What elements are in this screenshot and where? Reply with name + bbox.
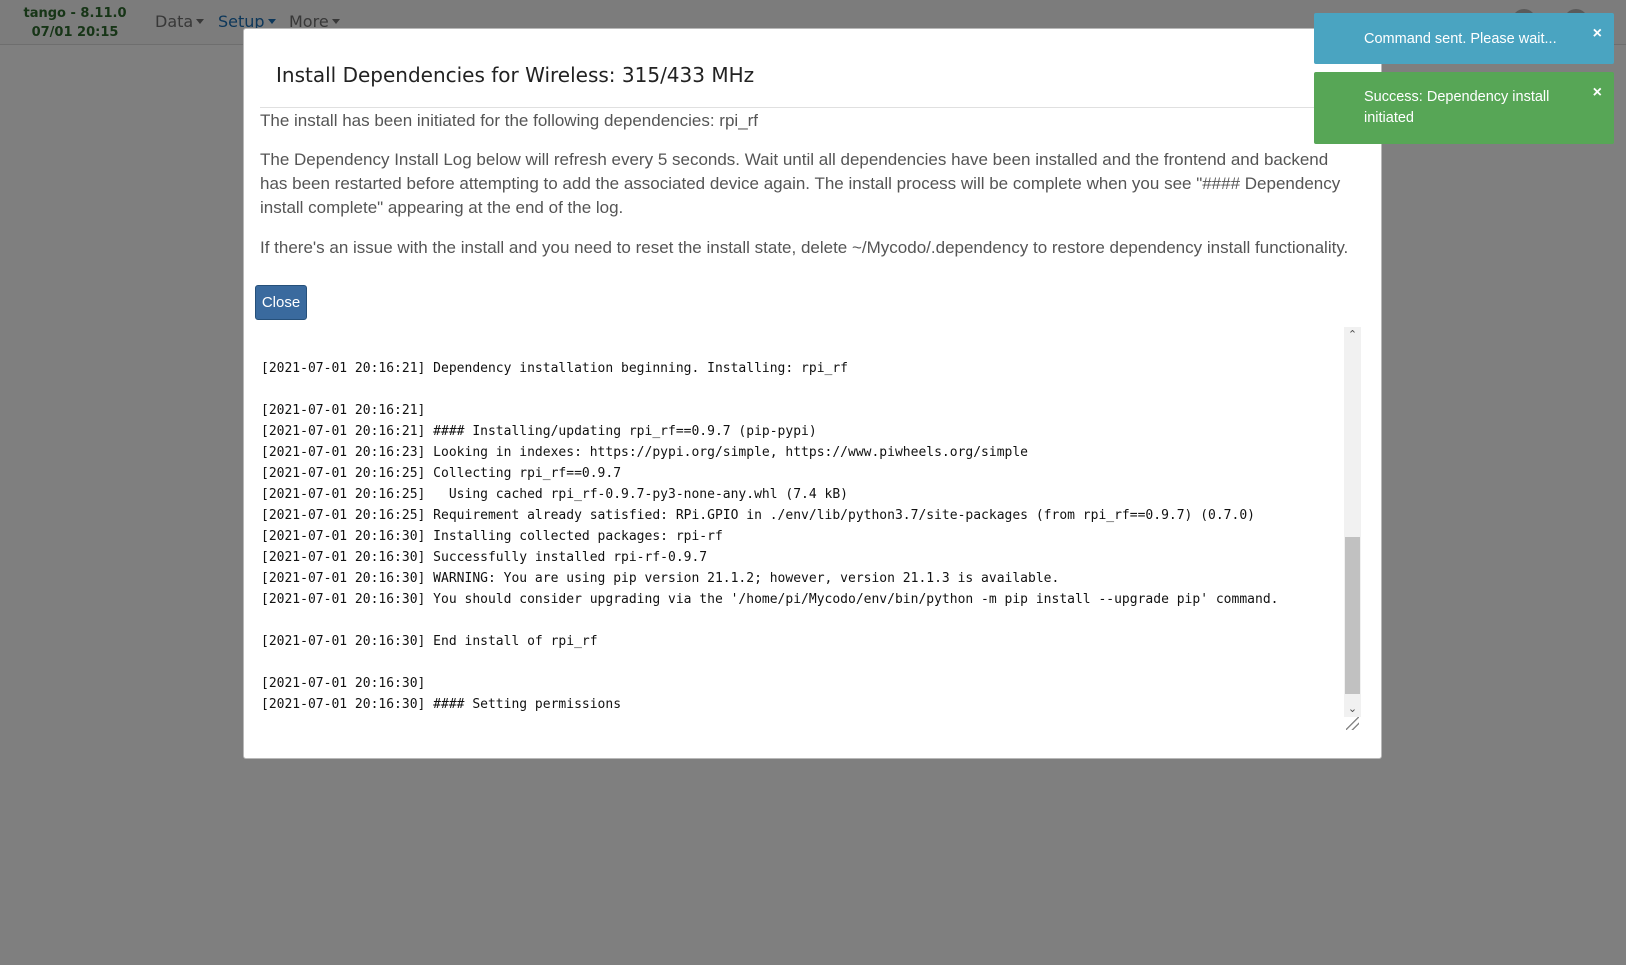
modal-title: Install Dependencies for Wireless: 315/4…: [276, 63, 755, 87]
install-initiated-text: The install has been initiated for the f…: [260, 111, 759, 130]
dependency-install-log[interactable]: [2021-07-01 20:16:21] Dependency install…: [256, 327, 1361, 732]
log-scrollbar[interactable]: ⌃ ⌄: [1344, 327, 1361, 717]
scroll-down-icon[interactable]: ⌄: [1344, 701, 1361, 717]
modal-body: The install has been initiated for the f…: [260, 107, 1350, 276]
scroll-up-icon[interactable]: ⌃: [1344, 327, 1361, 343]
scroll-thumb[interactable]: [1345, 537, 1360, 694]
resize-grip-icon[interactable]: [1346, 717, 1359, 730]
reset-install-info-text: If there's an issue with the install and…: [260, 238, 1349, 257]
log-text: [2021-07-01 20:16:21] Dependency install…: [261, 361, 1279, 712]
toast-info-message: Command sent. Please wait...: [1364, 31, 1557, 47]
install-log-info-text: The Dependency Install Log below will re…: [260, 150, 1341, 217]
close-button[interactable]: Close: [255, 285, 307, 320]
toast-success-message: Success: Dependency install initiated: [1364, 89, 1550, 126]
install-dependencies-modal: Install Dependencies for Wireless: 315/4…: [243, 28, 1382, 759]
close-icon[interactable]: ×: [1593, 82, 1602, 103]
close-icon[interactable]: ×: [1593, 23, 1602, 44]
toast-success: Success: Dependency install initiated ×: [1314, 72, 1614, 144]
toast-info: Command sent. Please wait... ×: [1314, 13, 1614, 64]
